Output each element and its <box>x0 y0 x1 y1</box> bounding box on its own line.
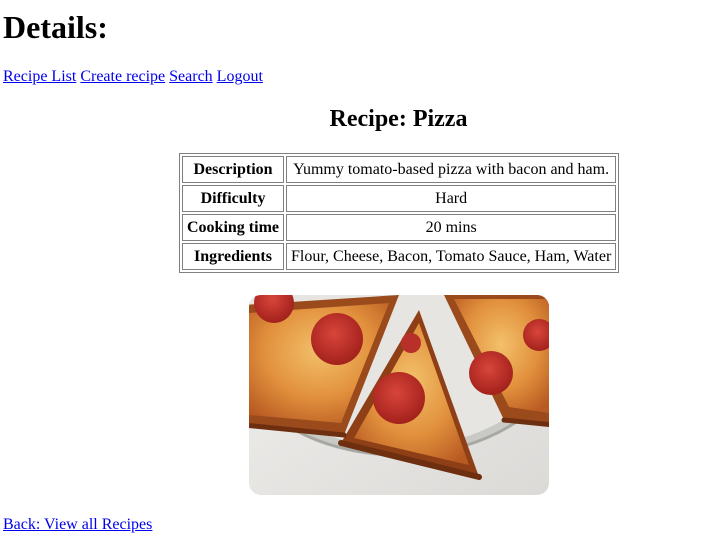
page-heading: Details: <box>3 9 108 45</box>
row-label-difficulty: Difficulty <box>182 185 284 212</box>
nav-search-link[interactable]: Search <box>169 68 213 85</box>
row-value-cooking-time: 20 mins <box>286 214 617 241</box>
row-value-ingredients: Flour, Cheese, Bacon, Tomato Sauce, Ham,… <box>286 243 617 270</box>
table-row: Ingredients Flour, Cheese, Bacon, Tomato… <box>182 243 617 270</box>
row-value-description: Yummy tomato-based pizza with bacon and … <box>286 156 617 183</box>
table-row: Description Yummy tomato-based pizza wit… <box>182 156 617 183</box>
table-row: Cooking time 20 mins <box>182 214 617 241</box>
nav-logout-link[interactable]: Logout <box>217 68 263 85</box>
row-value-difficulty: Hard <box>286 185 617 212</box>
table-row: Difficulty Hard <box>182 185 617 212</box>
back-to-recipes-link[interactable]: Back: View all Recipes <box>3 516 152 533</box>
recipe-details-table: Description Yummy tomato-based pizza wit… <box>179 153 620 273</box>
back-nav: Back: View all Recipes <box>3 515 152 534</box>
row-label-ingredients: Ingredients <box>182 243 284 270</box>
pizza-image <box>249 295 549 495</box>
recipe-title: Recipe: Pizza <box>329 106 468 132</box>
row-label-cooking-time: Cooking time <box>182 214 284 241</box>
row-label-description: Description <box>182 156 284 183</box>
nav-create-recipe-link[interactable]: Create recipe <box>80 68 165 85</box>
nav-bar: Recipe List Create recipe Search Logout <box>3 67 263 86</box>
nav-recipe-list-link[interactable]: Recipe List <box>3 68 76 85</box>
